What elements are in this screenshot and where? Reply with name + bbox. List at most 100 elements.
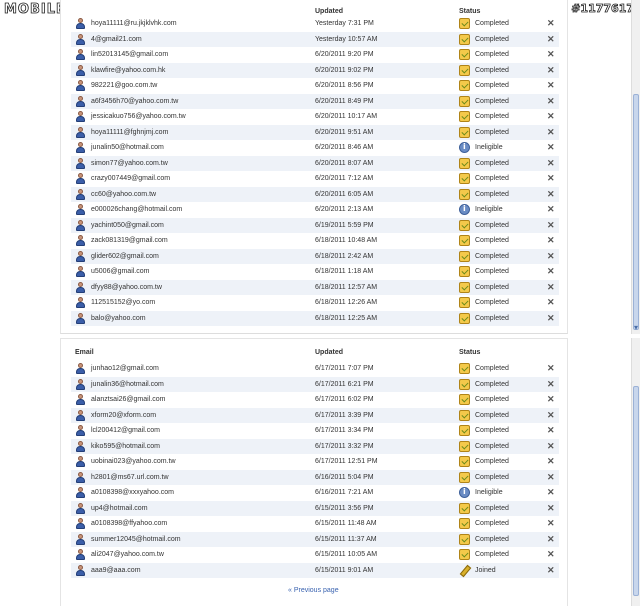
status-cell: Completed xyxy=(475,283,509,291)
status-cell: Ineligible xyxy=(475,144,503,151)
delete-row-close-icon[interactable]: ✕ xyxy=(547,96,555,107)
pencil-icon xyxy=(459,565,470,576)
user-avatar-icon xyxy=(75,549,85,560)
email-cell: h2801@ms67.url.com.tw xyxy=(91,473,169,481)
scroll-down-arrow-icon[interactable]: ▾ xyxy=(632,323,640,332)
updated-cell: 6/19/2011 5:59 PM xyxy=(315,221,374,229)
user-avatar-icon xyxy=(75,64,85,76)
status-cell: Completed xyxy=(475,458,509,465)
user-avatar-icon xyxy=(75,440,85,452)
delete-row-close-icon[interactable]: ✕ xyxy=(547,441,555,452)
completed-badge-icon xyxy=(459,33,470,45)
delete-row-close-icon[interactable]: ✕ xyxy=(547,189,555,200)
delete-row-close-icon[interactable]: ✕ xyxy=(547,487,555,498)
delete-row-close-icon[interactable]: ✕ xyxy=(547,158,555,169)
delete-row-close-icon[interactable]: ✕ xyxy=(547,297,555,308)
email-cell: lin52013145@gmail.com xyxy=(91,51,169,58)
delete-row-close-icon[interactable]: ✕ xyxy=(547,34,555,45)
delete-row-close-icon[interactable]: ✕ xyxy=(547,80,555,91)
email-cell: balo@yahoo.com xyxy=(91,314,146,322)
delete-row-close-icon[interactable]: ✕ xyxy=(547,313,555,324)
delete-row-close-icon[interactable]: ✕ xyxy=(547,363,555,374)
user-avatar-icon xyxy=(75,394,85,405)
updated-cell: Yesterday 7:31 PM xyxy=(315,20,374,27)
delete-row-close-icon[interactable]: ✕ xyxy=(547,111,555,122)
delete-row-close-icon[interactable]: ✕ xyxy=(547,204,555,215)
delete-row-close-icon[interactable]: ✕ xyxy=(547,220,555,231)
table-row: kiko595@hotmail.com 6/17/2011 3:32 PM Comp… xyxy=(71,438,559,454)
table-row: simon77@yahoo.com.tw 6/20/2011 8:07 AM Com… xyxy=(71,155,559,171)
delete-row-close-icon[interactable]: ✕ xyxy=(547,456,555,467)
email-cell: a6f3456h70@yahoo.com.tw xyxy=(91,97,179,105)
user-avatar-icon xyxy=(75,266,85,277)
delete-row-close-icon[interactable]: ✕ xyxy=(547,173,555,184)
email-cell: 982221@goo.com.tw xyxy=(91,82,158,89)
updated-cell: 6/20/2011 9:02 PM xyxy=(315,66,374,74)
table-row: up4@hotmail.com 6/15/2011 3:56 PM Complete… xyxy=(71,500,559,516)
table-row: aaa9@aaa.com 6/15/2011 9:01 AM Joined ✕ xyxy=(71,562,559,578)
delete-row-close-icon[interactable]: ✕ xyxy=(547,142,555,153)
email-cell: xform20@xform.com xyxy=(91,411,157,419)
delete-row-close-icon[interactable]: ✕ xyxy=(547,394,555,405)
delete-row-close-icon[interactable]: ✕ xyxy=(547,49,555,60)
info-icon xyxy=(459,204,470,215)
user-avatar-icon xyxy=(75,378,85,390)
status-cell: Completed xyxy=(475,221,509,229)
status-cell: Completed xyxy=(475,535,509,543)
user-avatar-icon xyxy=(75,33,85,45)
delete-row-close-icon[interactable]: ✕ xyxy=(547,65,555,76)
completed-badge-icon xyxy=(459,363,470,374)
previous-page-link[interactable]: « Previous page xyxy=(288,587,339,594)
updated-cell: 6/18/2011 12:57 AM xyxy=(315,283,378,291)
user-avatar-icon xyxy=(75,281,85,293)
delete-row-close-icon[interactable]: ✕ xyxy=(547,235,555,246)
delete-row-close-icon[interactable]: ✕ xyxy=(547,503,555,514)
email-cell: 112515152@yo.com xyxy=(91,299,156,306)
scrollbar-top[interactable]: ▾ xyxy=(631,0,640,334)
user-avatar-icon xyxy=(75,487,85,498)
user-avatar-icon xyxy=(75,219,85,231)
updated-cell: 6/20/2011 2:13 AM xyxy=(315,206,374,213)
delete-row-close-icon[interactable]: ✕ xyxy=(547,18,555,29)
status-cell: Completed xyxy=(475,396,509,403)
table-row: 112515152@yo.com 6/18/2011 12:26 AM Comple… xyxy=(71,295,559,311)
user-avatar-icon xyxy=(75,235,85,246)
updated-cell: 6/20/2011 6:05 AM xyxy=(315,190,374,198)
status-cell: Completed xyxy=(475,551,509,558)
delete-row-close-icon[interactable]: ✕ xyxy=(547,410,555,421)
completed-badge-icon xyxy=(459,312,470,324)
user-avatar-icon xyxy=(75,564,85,576)
email-cell: cc60@yahoo.com.tw xyxy=(91,190,157,198)
updated-cell: 6/20/2011 9:51 AM xyxy=(315,128,374,136)
scrollbar-thumb-bottom[interactable] xyxy=(633,386,639,596)
scrollbar-thumb-top[interactable] xyxy=(633,94,639,330)
user-avatar-icon xyxy=(75,312,85,324)
status-cell: Completed xyxy=(475,380,509,388)
delete-row-close-icon[interactable]: ✕ xyxy=(547,565,555,576)
delete-row-close-icon[interactable]: ✕ xyxy=(547,379,555,390)
updated-cell: 6/15/2011 9:01 AM xyxy=(315,566,374,574)
delete-row-close-icon[interactable]: ✕ xyxy=(547,549,555,560)
status-cell: Completed xyxy=(475,268,509,275)
info-icon xyxy=(459,142,470,153)
delete-row-close-icon[interactable]: ✕ xyxy=(547,127,555,138)
scrollbar-bottom[interactable] xyxy=(631,338,640,606)
info-icon xyxy=(459,487,470,498)
email-cell: e000026chang@hotmail.com xyxy=(91,206,183,213)
delete-row-close-icon[interactable]: ✕ xyxy=(547,251,555,262)
delete-row-close-icon[interactable]: ✕ xyxy=(547,534,555,545)
delete-row-close-icon[interactable]: ✕ xyxy=(547,266,555,277)
table-row: e000026chang@hotmail.com 6/20/2011 2:13 A… xyxy=(71,202,559,218)
completed-badge-icon xyxy=(459,49,470,60)
email-cell: a0108398@ffyahoo.com xyxy=(91,520,168,527)
status-cell: Completed xyxy=(475,35,509,43)
delete-row-close-icon[interactable]: ✕ xyxy=(547,472,555,483)
user-avatar-icon xyxy=(75,502,85,514)
delete-row-close-icon[interactable]: ✕ xyxy=(547,282,555,293)
updated-cell: 6/17/2011 6:02 PM xyxy=(315,396,374,403)
delete-row-close-icon[interactable]: ✕ xyxy=(547,518,555,529)
table-row: ali2047@yahoo.com.tw 6/15/2011 10:05 AM Co… xyxy=(71,547,559,563)
email-cell: hoya11111@ru.jkjklvhk.com xyxy=(91,20,177,27)
user-avatar-icon xyxy=(75,49,85,60)
delete-row-close-icon[interactable]: ✕ xyxy=(547,425,555,436)
